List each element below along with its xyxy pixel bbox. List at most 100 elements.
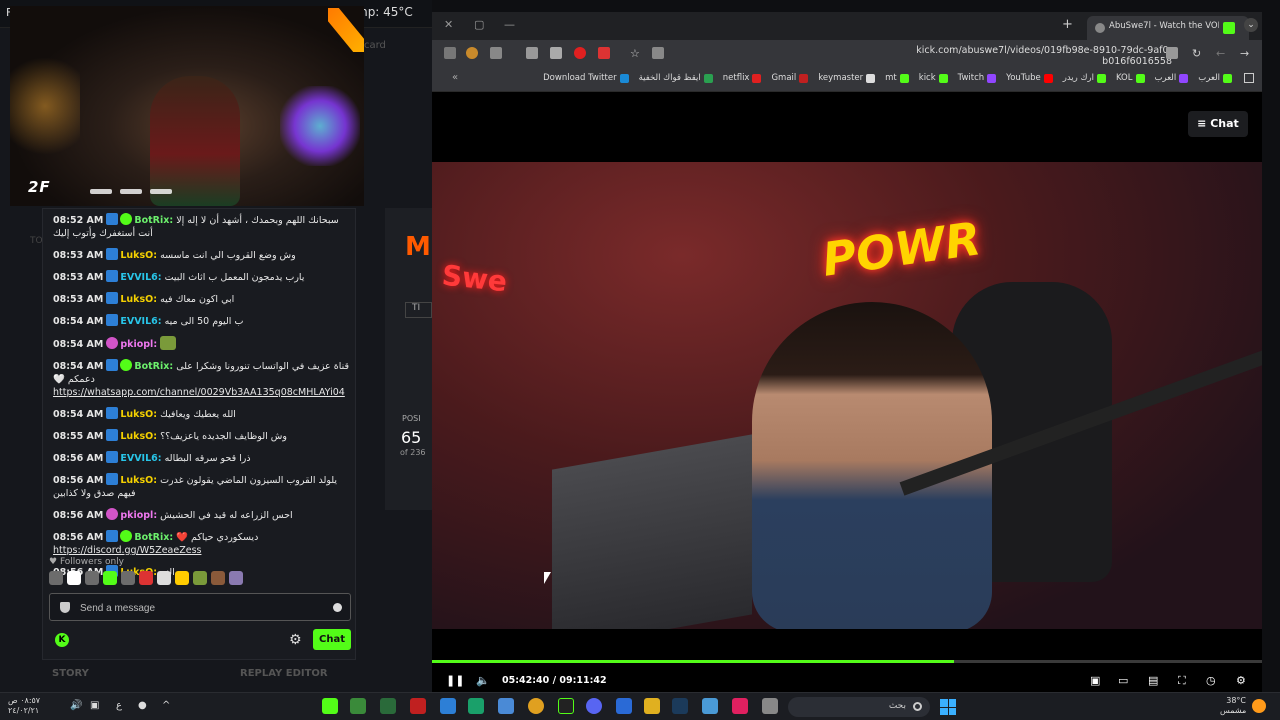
emote[interactable] [175, 571, 189, 585]
close-window-icon[interactable]: ✕ [444, 18, 453, 31]
discord-icon[interactable] [586, 698, 602, 714]
apps-grid-icon[interactable] [1244, 73, 1254, 83]
story-label[interactable]: STORY [52, 668, 89, 679]
chat-username[interactable]: BotRix: [134, 361, 173, 372]
translate-icon[interactable] [652, 47, 664, 59]
site-settings-icon[interactable] [1166, 47, 1178, 59]
emote[interactable] [103, 571, 117, 585]
chat-username[interactable]: pkiopl: [120, 510, 157, 521]
chat-username[interactable]: LuksO: [120, 431, 157, 442]
star-bookmark-icon[interactable]: ☆ [630, 47, 642, 60]
video-frame[interactable]: Swe POWR [432, 162, 1262, 629]
emote[interactable] [229, 571, 243, 585]
bookmark-item[interactable]: Download Twitter [543, 73, 629, 83]
settings-gear-icon[interactable]: ⚙ [1236, 674, 1246, 687]
miniplayer-icon[interactable]: ▤ [1148, 674, 1158, 687]
bookmark-item[interactable]: kick [919, 73, 948, 83]
tray-expand-icon[interactable]: ^ [162, 700, 174, 712]
chat-username[interactable]: LuksO: [120, 409, 157, 420]
bookmark-item[interactable]: العرب [1155, 73, 1189, 83]
store-icon[interactable] [616, 698, 632, 714]
gear-icon[interactable]: ⚙ [289, 633, 303, 647]
forward-icon[interactable]: ← [1216, 47, 1228, 60]
bookmark-item[interactable]: ايقظ قواك الخفية [639, 73, 713, 83]
mic-icon[interactable]: ● [138, 700, 150, 712]
chat-username[interactable]: EVVIL6: [120, 272, 161, 283]
emote[interactable] [211, 571, 225, 585]
reload-icon[interactable]: ↻ [1192, 47, 1204, 60]
folder-icon[interactable] [644, 698, 660, 714]
new-tab-icon[interactable]: + [1062, 17, 1073, 32]
minimize-window-icon[interactable]: — [504, 18, 515, 31]
chat-username[interactable]: BotRix: [134, 532, 173, 543]
extensions-puzzle-icon[interactable] [526, 47, 538, 59]
app-icon[interactable] [410, 698, 426, 714]
replay-editor-label[interactable]: REPLAY EDITOR [240, 668, 328, 679]
chat-message-list[interactable]: 08:52 AM BotRix: سبحانك اللهم وبحمدك ، أش… [53, 213, 353, 587]
bookmark-item[interactable]: KOL [1116, 73, 1145, 83]
extension-icon[interactable] [550, 47, 562, 59]
chat-link[interactable]: https://discord.gg/W5ZeaeZess [53, 544, 353, 557]
volume-icon[interactable]: 🔈 [476, 674, 490, 687]
bookmark-item[interactable]: YouTube [1006, 73, 1053, 83]
emote[interactable] [157, 571, 171, 585]
back-icon[interactable]: → [1240, 47, 1252, 60]
progress-bar[interactable] [432, 660, 1262, 663]
profile-avatar-icon[interactable] [466, 47, 478, 59]
windows-start-icon[interactable] [940, 699, 956, 715]
bookmark-item[interactable]: Gmail [771, 73, 809, 83]
collapse-bookmarks-icon[interactable]: « [452, 72, 458, 83]
emote[interactable] [193, 571, 207, 585]
emote[interactable] [49, 571, 63, 585]
bookmark-item[interactable]: Twitch [958, 73, 997, 83]
emote[interactable] [67, 571, 81, 585]
tiktok-icon[interactable] [732, 698, 748, 714]
tab-search-icon[interactable]: ⌄ [1244, 18, 1258, 32]
steam-icon[interactable] [672, 698, 688, 714]
app-icon[interactable] [468, 698, 484, 714]
excel-icon[interactable] [380, 698, 396, 714]
clip-icon[interactable]: ▣ [1090, 674, 1100, 687]
fullscreen-icon[interactable]: ⛶ [1178, 674, 1186, 688]
kick-icon[interactable]: K [55, 633, 69, 647]
chat-username[interactable]: BotRix: [134, 215, 173, 226]
app-icon[interactable] [762, 698, 778, 714]
app-icon[interactable] [558, 698, 574, 714]
chrome-icon[interactable] [528, 698, 544, 714]
extension-icon[interactable] [598, 47, 610, 59]
app-icon[interactable] [498, 698, 514, 714]
chat-username[interactable]: LuksO: [120, 475, 157, 486]
bookmark-item[interactable]: keymaster [818, 73, 876, 83]
language-icon[interactable]: ع [116, 700, 128, 712]
address-bar-url[interactable]: kick.com/abuswe7l/videos/019fb98e-8910-7… [872, 45, 1172, 67]
emoji-icon[interactable] [333, 603, 342, 612]
twitter-icon[interactable] [440, 698, 456, 714]
chat-username[interactable]: LuksO: [120, 294, 157, 305]
taskbar-search[interactable]: بحث [788, 697, 930, 717]
send-message-input[interactable] [80, 598, 320, 618]
taskbar-clock[interactable]: ٠٨:٥٧ ص ٢٤/٠٢/٢١ [8, 696, 40, 716]
network-icon[interactable]: ▣ [90, 700, 102, 712]
emote[interactable] [121, 571, 135, 585]
emote[interactable] [85, 571, 99, 585]
theater-icon[interactable]: ▭ [1118, 674, 1128, 687]
bookmark-item[interactable]: mt [885, 73, 909, 83]
chat-username[interactable]: LuksO: [120, 250, 157, 261]
chat-send-button[interactable]: Chat [313, 629, 351, 650]
menu-icon[interactable] [444, 47, 456, 59]
bookmark-item[interactable]: ارك ريدر [1063, 73, 1106, 83]
emote[interactable] [139, 571, 153, 585]
app-icon[interactable] [702, 698, 718, 714]
extension-icon[interactable] [574, 47, 586, 59]
tab-kick-vod[interactable]: AbuSwe7l - Watch the VOD [1087, 16, 1249, 40]
chat-username[interactable]: pkiopl: [120, 339, 157, 350]
video-player[interactable]: ≡ Chat Swe POWR ❚❚ 🔈 05:42:40 / 09:11:42… [432, 92, 1262, 692]
chat-link[interactable]: https://whatsapp.com/channel/0029Vb3AA13… [53, 386, 353, 399]
bookmark-item[interactable]: العرب [1198, 73, 1232, 83]
speed-icon[interactable]: ◷ [1206, 674, 1216, 687]
bookmark-item[interactable]: netflix [723, 73, 762, 83]
chat-toggle-button[interactable]: ≡ Chat [1188, 111, 1248, 137]
app-play-icon[interactable] [322, 698, 338, 714]
speaker-icon[interactable]: 🔊 [70, 700, 82, 712]
extension-icon[interactable] [490, 47, 502, 59]
